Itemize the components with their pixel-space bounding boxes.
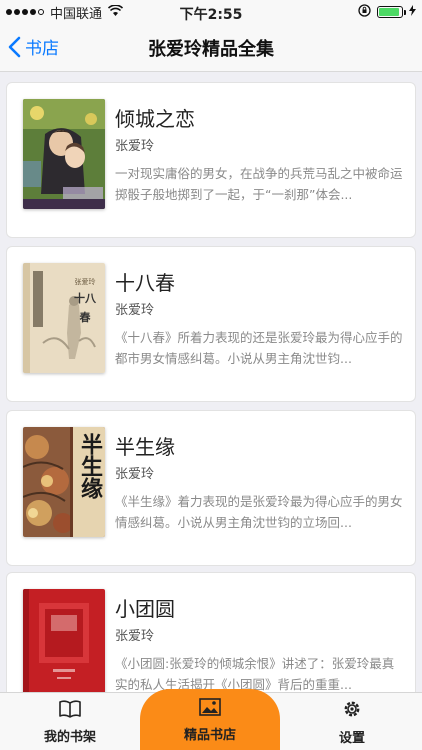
battery-icon bbox=[377, 6, 406, 18]
back-button-label: 书店 bbox=[25, 39, 59, 59]
book-title: 十八春 bbox=[115, 271, 175, 295]
tab-label: 我的书架 bbox=[43, 729, 96, 745]
book-title: 半生缘 bbox=[115, 435, 175, 459]
book-description: 《半生缘》着力表现的是张爱玲最为得心应手的男女情感纠葛。小说从男主角沈世钧的立场… bbox=[115, 494, 403, 530]
book-open-icon bbox=[59, 699, 81, 722]
book-cover-image: 半生缘 bbox=[23, 427, 105, 537]
gear-icon bbox=[342, 699, 362, 723]
navigation-bar: 书店 张爱玲精品全集 bbox=[0, 24, 422, 72]
carrier-name: 中国联通 bbox=[50, 6, 103, 22]
book-card[interactable]: 小团圆 张爱玲 《小团圆:张爱玲的倾城余恨》讲述了：张爱玲最真实的私人生活揭开《… bbox=[6, 572, 416, 692]
charging-icon bbox=[409, 4, 416, 20]
tab-settings[interactable]: 设置 bbox=[282, 693, 422, 750]
book-description: 《小团圆:张爱玲的倾城余恨》讲述了：张爱玲最真实的私人生活揭开《小团圆》背后的重… bbox=[115, 656, 395, 692]
status-bar: 中国联通 下午2:55 bbox=[0, 0, 422, 24]
book-description: 一对现实庸俗的男女，在战争的兵荒马乱之中被命运掷骰子般地掷到了一起，于“一刹那”… bbox=[115, 166, 403, 202]
tab-bar: 我的书架 精品书店 设置 bbox=[0, 689, 422, 750]
book-cover-image: 张爱玲 十八春 bbox=[23, 263, 105, 373]
cover-title-text: 半生缘 bbox=[77, 433, 102, 499]
orientation-lock-icon bbox=[358, 3, 371, 21]
book-author: 张爱玲 bbox=[115, 629, 155, 644]
book-cover-image bbox=[23, 589, 105, 692]
book-author: 张爱玲 bbox=[115, 303, 155, 318]
book-title: 倾城之恋 bbox=[115, 107, 195, 131]
book-cover-image bbox=[23, 99, 105, 209]
book-author: 张爱玲 bbox=[115, 139, 155, 154]
back-button[interactable]: 书店 bbox=[8, 34, 59, 59]
cover-title-text: 十八春 bbox=[74, 292, 96, 324]
book-description: 《十八春》所着力表现的还是张爱玲最为得心应手的都市男女情感纠葛。小说从男主角沈世… bbox=[115, 330, 403, 366]
chevron-left-icon bbox=[8, 36, 21, 57]
book-card[interactable]: 半生缘 半生缘 张爱玲 《半生缘》着力表现的是张爱玲最为得心应手的男女情感纠葛。… bbox=[6, 410, 416, 566]
tab-label: 精品书店 bbox=[183, 727, 236, 743]
tab-label: 设置 bbox=[338, 730, 365, 746]
book-title: 小团圆 bbox=[115, 597, 175, 621]
tab-bookshelf[interactable]: 我的书架 bbox=[0, 693, 140, 750]
book-card[interactable]: 倾城之恋 张爱玲 一对现实庸俗的男女，在战争的兵荒马乱之中被命运掷骰子般地掷到了… bbox=[6, 82, 416, 238]
page-title: 张爱玲精品全集 bbox=[148, 38, 274, 60]
book-author: 张爱玲 bbox=[115, 467, 155, 482]
book-card[interactable]: 张爱玲 十八春 十八春 张爱玲 《十八春》所着力表现的还是张爱玲最为得心应手的都… bbox=[6, 246, 416, 402]
signal-strength-icon bbox=[6, 9, 44, 15]
book-list[interactable]: 倾城之恋 张爱玲 一对现实庸俗的男女，在战争的兵荒马乱之中被命运掷骰子般地掷到了… bbox=[0, 72, 422, 692]
picture-frame-icon bbox=[199, 697, 221, 720]
wifi-icon bbox=[107, 3, 124, 20]
tab-store[interactable]: 精品书店 bbox=[140, 689, 280, 750]
